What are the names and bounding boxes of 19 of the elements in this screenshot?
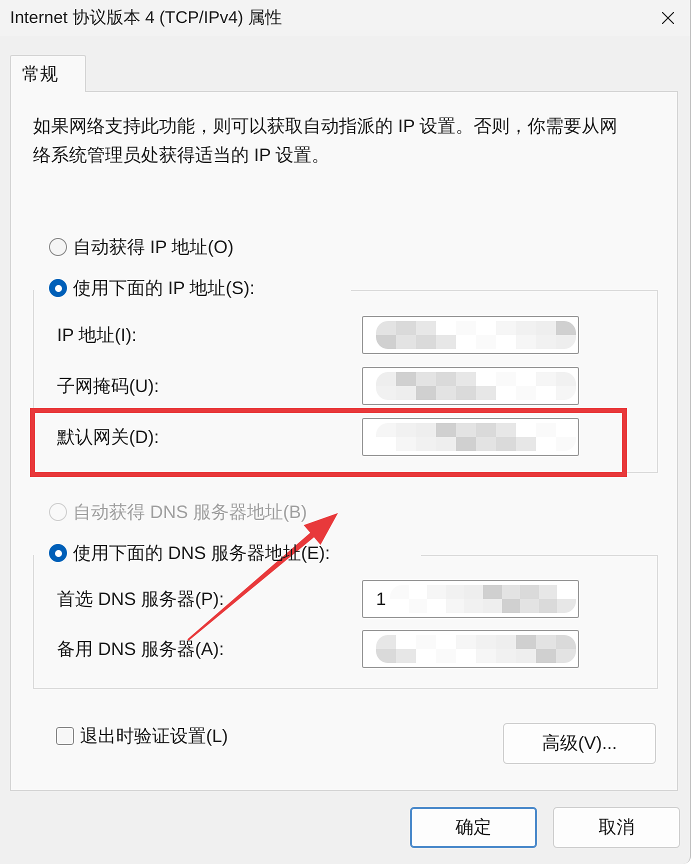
address-input-field[interactable] bbox=[362, 630, 579, 668]
dialog-button[interactable]: 取消 bbox=[553, 807, 680, 848]
validate-checkbox[interactable]: 退出时验证设置(L) bbox=[56, 724, 228, 748]
description-text: 如果网络支持此功能，则可以获取自动指派的 IP 设置。否则，你需要从网络系统管理员处获得适当的 IP 设置。 bbox=[33, 115, 619, 167]
advanced-button[interactable]: 高级(V)... bbox=[503, 723, 656, 764]
address-input-field[interactable] bbox=[362, 418, 579, 456]
tab[interactable]: 常规 bbox=[10, 55, 86, 92]
field-label: IP 地址(I): bbox=[57, 324, 138, 347]
window-title: Internet 协议版本 4 (TCP/IPv4) 属性 bbox=[10, 7, 282, 30]
address-input-field[interactable]: 1 bbox=[362, 580, 579, 618]
dialog-button[interactable]: 确定 bbox=[410, 807, 537, 848]
field-label: 子网掩码(U): bbox=[57, 374, 160, 398]
manual-ip-radio[interactable]: 使用下面的 IP 地址(S): bbox=[49, 276, 255, 300]
address-input-field[interactable] bbox=[362, 367, 579, 405]
field-label: 首选 DNS 服务器(P): bbox=[57, 588, 226, 611]
field-label: 默认网关(D): bbox=[57, 426, 160, 449]
field-label: 备用 DNS 服务器(A): bbox=[57, 638, 226, 661]
auto-ip-radio[interactable]: 自动获得 IP 地址(O) bbox=[49, 235, 234, 259]
address-input-field[interactable] bbox=[362, 316, 579, 354]
